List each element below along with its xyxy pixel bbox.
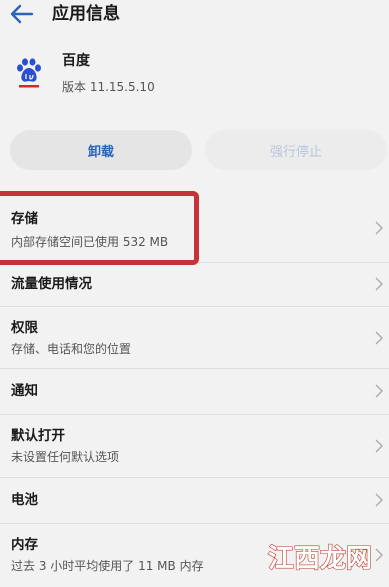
chevron-right-icon [375, 221, 383, 235]
data-usage-title: 流量使用情况 [11, 276, 92, 292]
app-version: 版本 11.15.5.10 [62, 80, 155, 94]
chevron-right-icon [375, 331, 383, 345]
battery-title: 电池 [11, 492, 38, 508]
default-open-title: 默认打开 [11, 428, 65, 444]
list-item-battery[interactable]: 电池 [0, 478, 389, 524]
memory-subtitle: 过去 3 小时平均使用了 11 MB 内存 [11, 559, 204, 573]
memory-title: 内存 [11, 537, 38, 553]
chevron-right-icon [375, 493, 383, 507]
chevron-right-icon [375, 277, 383, 291]
notifications-title: 通知 [11, 383, 38, 399]
force-stop-button[interactable]: 强行停止 [205, 130, 387, 170]
uninstall-button[interactable]: 卸载 [10, 130, 192, 170]
list-item-notifications[interactable]: 通知 [0, 369, 389, 415]
chevron-right-icon [375, 384, 383, 398]
page-title: 应用信息 [52, 4, 120, 24]
default-open-subtitle: 未设置任何默认选项 [11, 450, 120, 464]
chevron-right-icon [375, 548, 383, 562]
list-item-default-open[interactable]: 默认打开 未设置任何默认选项 [0, 415, 389, 478]
permissions-title: 权限 [11, 320, 38, 336]
list-item-data-usage[interactable]: 流量使用情况 [0, 263, 389, 307]
app-name: 百度 [62, 53, 90, 69]
watermark-text: 江西龙网 [268, 544, 372, 574]
app-header: 应用信息 [0, 0, 389, 30]
storage-highlight-box [0, 191, 199, 265]
list-item-permissions[interactable]: 权限 存储、电话和您的位置 [0, 307, 389, 369]
baidu-app-icon [17, 58, 41, 88]
back-arrow-icon[interactable] [10, 4, 34, 24]
chevron-right-icon [375, 439, 383, 453]
watermark-logo: 江西龙网 [267, 543, 372, 574]
permissions-subtitle: 存储、电话和您的位置 [11, 342, 132, 356]
